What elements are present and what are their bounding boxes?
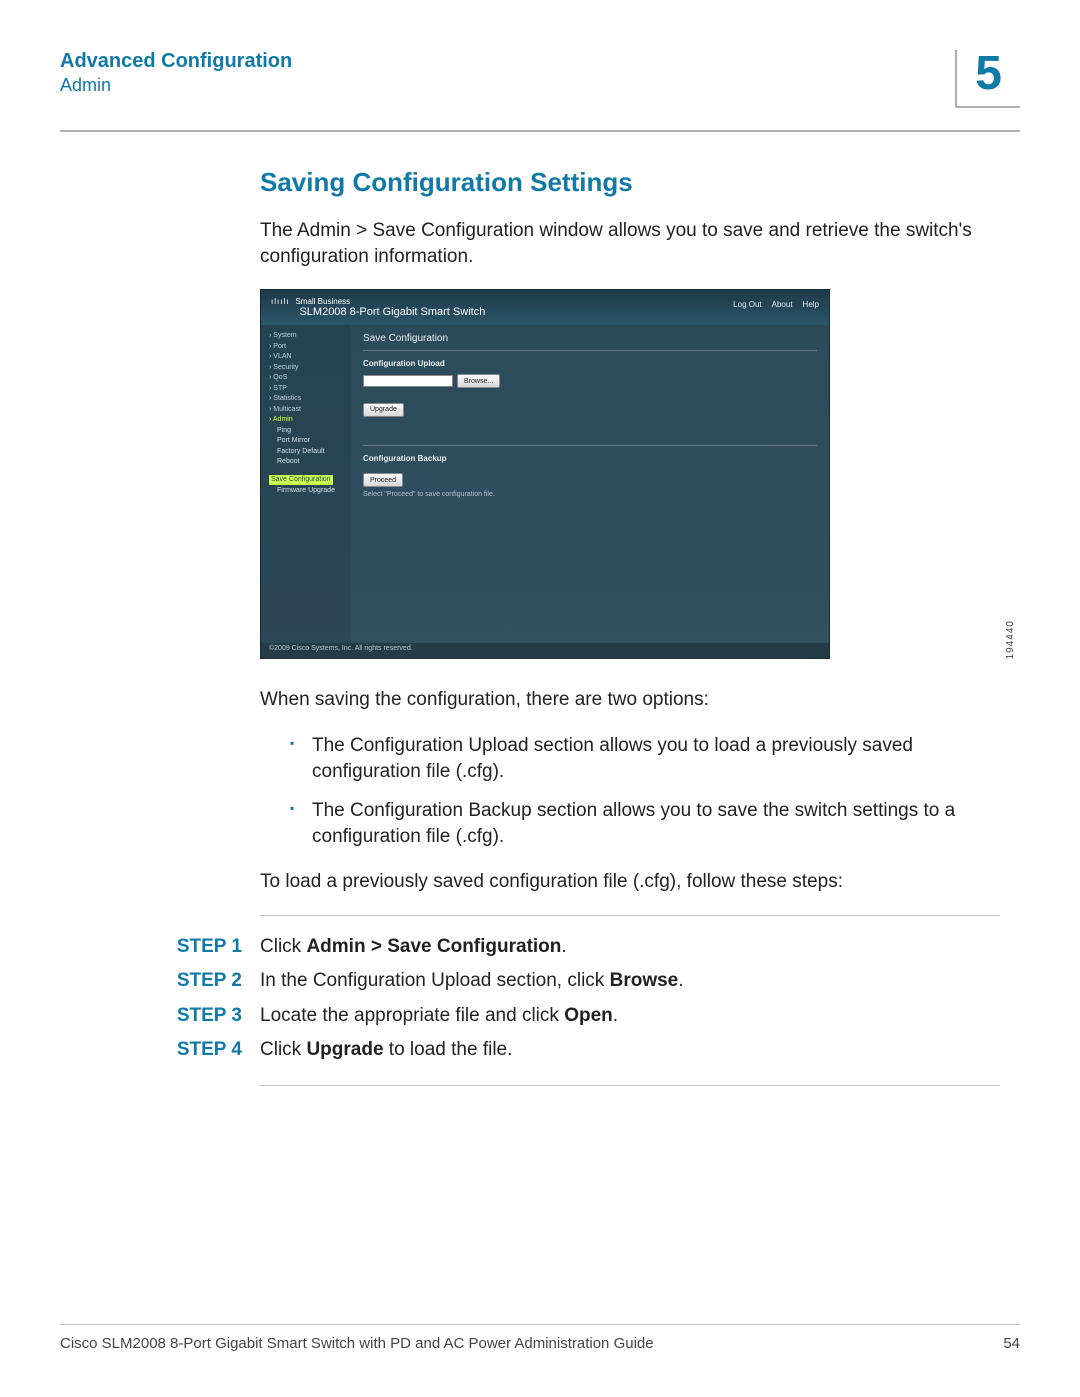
nav-item[interactable]: › QoS	[269, 373, 351, 384]
step-text: Click Admin > Save Configuration.	[260, 930, 1000, 964]
header-subtitle: Admin	[60, 75, 955, 96]
steps-top-rule	[260, 915, 1000, 916]
header-links: Log Out About Help	[733, 300, 819, 309]
content: Saving Configuration Settings The Admin …	[260, 167, 1000, 1086]
nav-subitem[interactable]: Port Mirror	[269, 436, 351, 447]
steps-bottom-rule	[260, 1085, 1000, 1086]
image-id: 194440	[1005, 620, 1016, 659]
section-heading: Saving Configuration Settings	[260, 167, 1000, 198]
steps-lead-in: To load a previously saved configuration…	[260, 869, 1000, 895]
nav-subitem-active[interactable]: Save Configuration	[269, 475, 333, 486]
list-item: The Configuration Backup section allows …	[290, 798, 1000, 849]
logout-link[interactable]: Log Out	[733, 300, 761, 309]
nav-subitem[interactable]: Ping	[269, 426, 351, 437]
nav-subitem[interactable]: Firmware Upgrade	[269, 486, 351, 497]
nav-item[interactable]: › Security	[269, 363, 351, 374]
chapter-number: 5	[955, 50, 1020, 108]
backup-header: Configuration Backup	[363, 454, 817, 463]
nav-item[interactable]: › VLAN	[269, 352, 351, 363]
nav-subitem[interactable]: Factory Default	[269, 447, 351, 458]
screenshot-header: ılıılı Small Business SLM2008 8-Port Gig…	[261, 290, 829, 325]
screenshot-nav: › System › Port › VLAN › Security › QoS …	[261, 325, 351, 643]
browse-button[interactable]: Browse...	[457, 374, 500, 388]
proceed-button[interactable]: Proceed	[363, 473, 403, 487]
about-link[interactable]: About	[772, 300, 793, 309]
step-label: STEP 1	[60, 930, 242, 964]
footer-text: Cisco SLM2008 8-Port Gigabit Smart Switc…	[60, 1335, 1003, 1352]
step-label: STEP 4	[60, 1033, 242, 1067]
list-item: The Configuration Upload section allows …	[290, 733, 1000, 784]
options-intro: When saving the configuration, there are…	[260, 687, 1000, 713]
step-label: STEP 2	[60, 964, 242, 998]
upload-path-input[interactable]	[363, 375, 453, 387]
step-text: Locate the appropriate file and click Op…	[260, 999, 1000, 1033]
nav-item[interactable]: › Multicast	[269, 405, 351, 416]
header-rule	[60, 130, 1020, 132]
step-text: Click Upgrade to load the file.	[260, 1033, 1000, 1067]
intro-paragraph: The Admin > Save Configuration window al…	[260, 218, 1000, 269]
header-title: Advanced Configuration	[60, 50, 955, 73]
nav-item[interactable]: › STP	[269, 384, 351, 395]
brand-line: Small Business	[295, 297, 485, 306]
product-title: SLM2008 8-Port Gigabit Smart Switch	[299, 306, 485, 318]
step-label: STEP 3	[60, 999, 242, 1033]
help-link[interactable]: Help	[803, 300, 819, 309]
screenshot-footer: ©2009 Cisco Systems, Inc. All rights res…	[261, 643, 829, 658]
screenshot-figure: ılıılı Small Business SLM2008 8-Port Gig…	[260, 289, 1000, 659]
screenshot: ılıılı Small Business SLM2008 8-Port Gig…	[260, 289, 830, 659]
nav-item[interactable]: › Statistics	[269, 394, 351, 405]
page-number: 54	[1003, 1335, 1020, 1352]
page-footer: Cisco SLM2008 8-Port Gigabit Smart Switc…	[60, 1324, 1020, 1352]
nav-item[interactable]: › Port	[269, 342, 351, 353]
options-list: The Configuration Upload section allows …	[290, 733, 1000, 850]
steps: STEP 1 Click Admin > Save Configuration.…	[260, 915, 1000, 1086]
nav-subitem[interactable]: Reboot	[269, 457, 351, 468]
nav-item-admin[interactable]: › Admin	[269, 415, 351, 426]
step-row: STEP 4 Click Upgrade to load the file.	[60, 1033, 1000, 1067]
upload-header: Configuration Upload	[363, 359, 817, 368]
step-text: In the Configuration Upload section, cli…	[260, 964, 1000, 998]
backup-hint: Select "Proceed" to save configuration f…	[363, 491, 817, 498]
nav-item[interactable]: › System	[269, 331, 351, 342]
step-row: STEP 1 Click Admin > Save Configuration.	[60, 930, 1000, 964]
cisco-logo: ılıılı	[271, 297, 289, 306]
page: Advanced Configuration Admin 5 Saving Co…	[0, 0, 1080, 1397]
step-row: STEP 2 In the Configuration Upload secti…	[60, 964, 1000, 998]
page-header: Advanced Configuration Admin 5	[60, 50, 1020, 132]
upgrade-button[interactable]: Upgrade	[363, 403, 404, 417]
screenshot-main: Save Configuration Configuration Upload …	[351, 325, 829, 643]
panel-title: Save Configuration	[363, 333, 817, 344]
step-row: STEP 3 Locate the appropriate file and c…	[60, 999, 1000, 1033]
